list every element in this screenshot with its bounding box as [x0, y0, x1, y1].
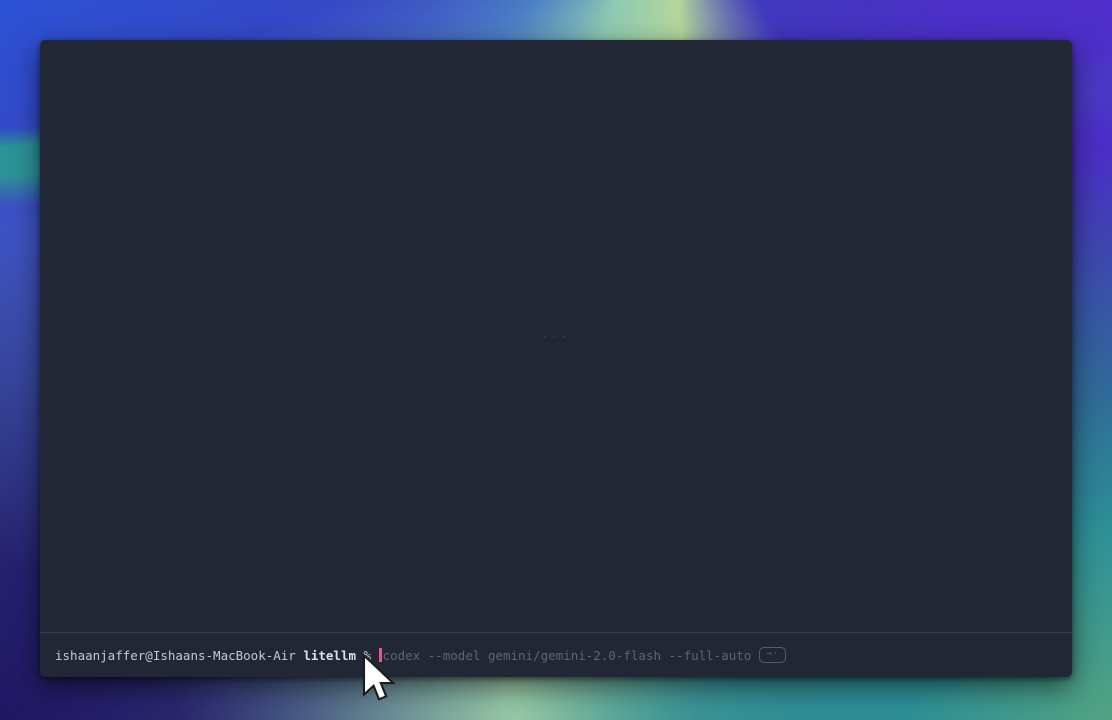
prompt-directory: litellm [303, 648, 356, 663]
terminal-loading-ellipsis: ··· [542, 330, 571, 343]
accept-suggestion-badge[interactable]: →· [759, 647, 786, 663]
terminal-prompt-line[interactable]: ishaanjaffer@Ishaans-MacBook-Air litellm… [55, 647, 1060, 663]
autosuggestion-text: codex --model gemini/gemini-2.0-flash --… [383, 648, 752, 663]
text-cursor-beam [379, 648, 382, 662]
right-arrow-icon: →· [766, 649, 779, 659]
prompt-separator-line [40, 632, 1072, 633]
prompt-symbol: % [364, 648, 372, 663]
terminal-scrollback: ··· [40, 40, 1072, 633]
prompt-user-host: ishaanjaffer@Ishaans-MacBook-Air [55, 648, 296, 663]
terminal-window[interactable]: ··· ishaanjaffer@Ishaans-MacBook-Air lit… [40, 40, 1072, 677]
